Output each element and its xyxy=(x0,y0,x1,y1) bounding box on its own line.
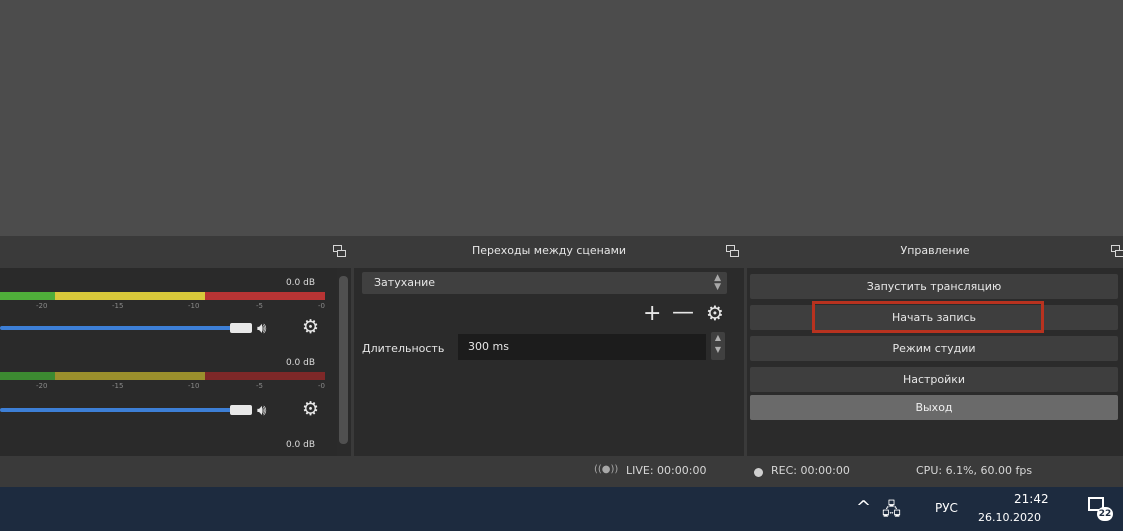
live-timer: LIVE: 00:00:00 xyxy=(626,464,707,477)
clock-date[interactable]: 26.10.2020 xyxy=(978,511,1041,524)
duration-label: Длительность xyxy=(362,342,445,355)
undock-icon[interactable] xyxy=(1111,245,1123,257)
rec-timer: REC: 00:00:00 xyxy=(771,464,850,477)
meter-ticks: -20 -15 -10 -5 -0 xyxy=(36,382,325,390)
windows-taskbar: ^ 🖧︎ РУС 21:42 26.10.2020 22 xyxy=(0,487,1123,531)
scene-preview xyxy=(0,0,1123,236)
transitions-dock-header: Переходы между сценами xyxy=(354,236,744,268)
controls-dock-header: Управление xyxy=(747,236,1123,268)
duration-input[interactable]: 300 ms xyxy=(458,334,706,360)
undock-icon[interactable] xyxy=(333,245,346,257)
volume-fader-knob[interactable] xyxy=(230,405,252,415)
status-bar: ((●)) LIVE: 00:00:00 REC: 00:00:00 CPU: … xyxy=(0,456,1123,487)
cpu-stats: CPU: 6.1%, 60.00 fps xyxy=(916,464,1033,477)
dock-title: Переходы между сценами xyxy=(471,244,627,257)
exit-button[interactable]: Выход xyxy=(750,395,1118,420)
duration-spinner[interactable]: ▲ ▼ xyxy=(711,332,725,360)
mixer-dock-header xyxy=(0,236,351,268)
rec-indicator-icon xyxy=(754,468,763,477)
mixer-scrollbar[interactable] xyxy=(339,276,348,444)
volume-meter xyxy=(0,292,325,300)
undock-icon[interactable] xyxy=(726,245,739,257)
start-streaming-button[interactable]: Запустить трансляцию xyxy=(750,274,1118,299)
chevron-up-icon[interactable]: ^ xyxy=(856,497,871,518)
settings-button[interactable]: Настройки xyxy=(750,367,1118,392)
studio-mode-button[interactable]: Режим студии xyxy=(750,336,1118,361)
gear-icon[interactable]: ⚙ xyxy=(302,400,319,419)
gear-icon[interactable]: ⚙ xyxy=(706,302,724,324)
speaker-icon[interactable]: 🔊︎ xyxy=(257,402,266,418)
volume-fader-knob[interactable] xyxy=(230,323,252,333)
volume-fader[interactable] xyxy=(0,326,232,330)
channel-db-label: 0.0 dB xyxy=(285,358,315,368)
gear-icon[interactable]: ⚙ xyxy=(302,318,319,337)
live-broadcast-icon: ((●)) xyxy=(594,464,619,475)
transition-select-value: Затухание xyxy=(374,276,436,289)
channel-db-label: 0.0 dB xyxy=(285,278,315,288)
mixer-body: 0.0 dB -20 -15 -10 -5 -0 🔊︎ ⚙ 0.0 dB -20 xyxy=(0,268,337,456)
speaker-icon[interactable]: 🔊︎ xyxy=(257,320,266,336)
chevron-down-icon[interactable]: ▼ xyxy=(715,345,721,354)
notification-center-icon[interactable]: 22 xyxy=(1086,495,1113,521)
chevron-up-icon[interactable]: ▲ xyxy=(715,333,721,342)
remove-transition-button[interactable]: — xyxy=(672,302,694,324)
transition-select[interactable]: Затухание ▲ ▼ xyxy=(362,272,727,294)
chevron-updown-icon: ▲ ▼ xyxy=(714,273,721,292)
meter-ticks: -20 -15 -10 -5 -0 xyxy=(36,302,325,310)
duration-value: 300 ms xyxy=(468,340,509,353)
dock-title: Управление xyxy=(900,244,970,257)
volume-fader[interactable] xyxy=(0,408,232,412)
channel-db-label: 0.0 dB xyxy=(285,440,315,450)
obs-window: 0.0 dB -20 -15 -10 -5 -0 🔊︎ ⚙ 0.0 dB -20 xyxy=(0,0,1123,531)
add-transition-button[interactable]: + xyxy=(643,303,661,325)
clock-time[interactable]: 21:42 xyxy=(1014,492,1049,506)
audio-mixer-dock: 0.0 dB -20 -15 -10 -5 -0 🔊︎ ⚙ 0.0 dB -20 xyxy=(0,236,351,456)
language-indicator[interactable]: РУС xyxy=(935,501,958,515)
controls-dock: Управление Запустить трансляцию Начать з… xyxy=(747,236,1123,456)
network-icon[interactable]: 🖧︎ xyxy=(882,497,901,526)
scene-transitions-dock: Переходы между сценами Затухание ▲ ▼ + — … xyxy=(354,236,744,456)
volume-meter xyxy=(0,372,325,380)
start-recording-button[interactable]: Начать запись xyxy=(750,305,1118,330)
notification-count: 22 xyxy=(1097,507,1113,521)
